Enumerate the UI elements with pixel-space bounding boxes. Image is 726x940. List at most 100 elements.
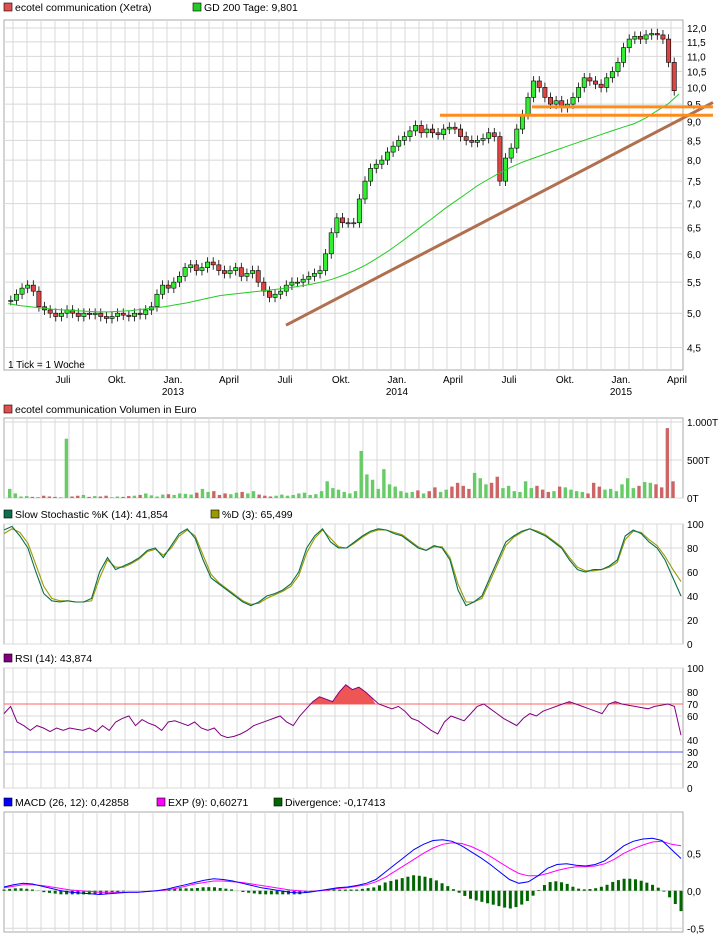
- macd-divergence-bar: [383, 882, 387, 891]
- volume-bar: [19, 496, 23, 498]
- volume-bar: [268, 496, 273, 498]
- rsi-y-tick: 80: [687, 688, 699, 699]
- macd-divergence-bar: [269, 890, 273, 895]
- rsi-y-tick: 30: [687, 748, 699, 759]
- macd-divergence-bar: [548, 882, 552, 891]
- volume-y-tick: 500T: [687, 456, 710, 467]
- candle-body: [418, 125, 424, 134]
- volume-bar: [348, 493, 352, 498]
- candle-body: [13, 293, 19, 301]
- volume-bar: [319, 491, 324, 498]
- candle-body: [666, 38, 672, 63]
- candle-body: [233, 267, 239, 271]
- volume-bar: [625, 478, 630, 498]
- macd-divergence-bar: [645, 882, 649, 891]
- candle-body: [278, 290, 284, 295]
- legend-label: Divergence: -0,17413: [285, 797, 386, 809]
- volume-bar: [353, 491, 358, 498]
- candle-body: [486, 132, 492, 139]
- macd-divergence-bar: [264, 890, 268, 895]
- volume-bar: [574, 491, 579, 498]
- volume-bar: [603, 489, 607, 498]
- candle-body: [199, 267, 205, 271]
- volume-bar: [325, 481, 329, 498]
- price-y-tick: 10,5: [687, 68, 707, 79]
- macd-divergence-bar: [668, 890, 672, 898]
- macd-divergence-bar: [440, 883, 444, 891]
- legend-swatch: [273, 797, 283, 807]
- macd-divergence-bar: [178, 888, 182, 891]
- volume-bar: [110, 497, 114, 498]
- volume-bar: [563, 487, 568, 498]
- candle-body: [255, 270, 261, 283]
- candle-body: [385, 151, 390, 161]
- volume-bar: [47, 496, 52, 498]
- candle-body: [469, 140, 475, 143]
- macd-divergence-bar: [19, 888, 23, 891]
- volume-bar: [512, 491, 516, 498]
- candle-body: [401, 136, 407, 141]
- candle-body: [548, 97, 553, 105]
- macd-divergence-bar: [662, 890, 666, 892]
- candle-body: [649, 33, 655, 36]
- candle-body: [165, 284, 171, 289]
- candle-body: [609, 71, 615, 79]
- legend-swatch: [3, 797, 13, 807]
- macd-divergence-bar: [241, 890, 245, 893]
- macd-divergence-bar: [616, 880, 620, 891]
- volume-bar: [195, 492, 199, 498]
- candle-body: [604, 77, 610, 88]
- candle-body: [317, 270, 323, 274]
- candle-body: [103, 316, 109, 319]
- macd-divergence-bar: [53, 890, 57, 894]
- volume-bar: [53, 496, 57, 498]
- candle-body: [75, 312, 81, 317]
- volume-bar: [586, 493, 590, 498]
- candle-body: [53, 312, 59, 317]
- price-y-tick: 8,0: [687, 156, 701, 167]
- price-x-month: Juli: [55, 375, 70, 386]
- macd-divergence-bar: [207, 887, 211, 891]
- candle-body: [593, 80, 598, 85]
- candle-body: [143, 309, 149, 315]
- volume-bar: [450, 486, 454, 498]
- candle-body: [188, 264, 194, 268]
- candle-body: [570, 97, 576, 105]
- volume-bar: [223, 493, 227, 498]
- candle-body: [356, 198, 362, 224]
- candle-body: [182, 267, 188, 277]
- candle-body: [295, 281, 300, 284]
- candle-body: [216, 264, 222, 271]
- volume-bar: [93, 496, 97, 498]
- candle-body: [452, 126, 458, 130]
- volume-bar: [546, 491, 551, 498]
- candle-body: [272, 293, 278, 298]
- candle-body: [154, 293, 160, 308]
- candle-body: [553, 100, 559, 105]
- candle-body: [407, 130, 413, 137]
- macd-divergence-bar: [542, 885, 546, 891]
- macd-divergence-bar: [622, 878, 626, 891]
- volume-bar: [36, 497, 40, 498]
- volume-bar: [155, 496, 159, 498]
- candle-body: [19, 287, 25, 295]
- candle-body: [626, 38, 632, 48]
- candle-body: [289, 281, 295, 286]
- macd-divergence-bar: [42, 890, 46, 893]
- candle-body: [300, 278, 306, 283]
- price-y-tick: 11,0: [687, 52, 706, 63]
- macd-divergence-bar: [2, 889, 6, 891]
- macd-divergence-bar: [531, 890, 535, 896]
- candle-body: [261, 281, 267, 292]
- macd-divergence-bar: [195, 888, 199, 891]
- price-x-month: Jan.: [612, 375, 631, 386]
- stochastic-y-tick: 0: [687, 640, 693, 651]
- volume-bar: [263, 495, 267, 498]
- volume-bar: [659, 487, 664, 498]
- macd-divergence-bar: [480, 890, 484, 902]
- macd-divergence-bar: [338, 889, 342, 891]
- candle-body: [87, 312, 92, 315]
- volume-bar: [302, 492, 307, 498]
- volume-bar: [291, 494, 295, 498]
- chart-stage: 12,011,511,010,510,09,59,08,58,07,57,06,…: [0, 0, 726, 940]
